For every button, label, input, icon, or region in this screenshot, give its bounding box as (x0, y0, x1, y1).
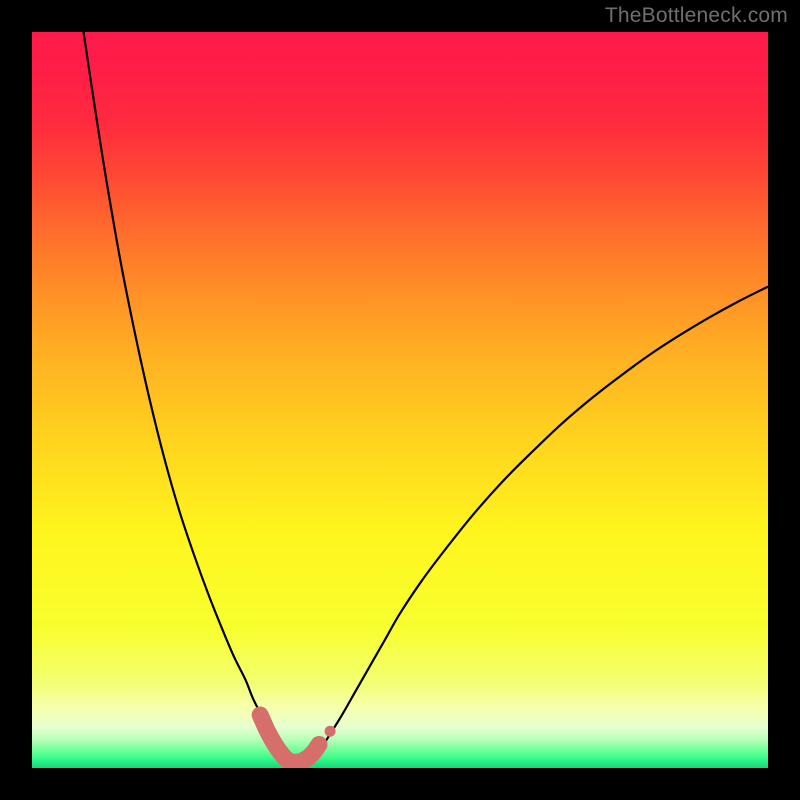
plot-svg (32, 32, 768, 768)
chart-frame: TheBottleneck.com (0, 0, 800, 800)
gradient-background (32, 32, 768, 768)
watermark-text: TheBottleneck.com (605, 4, 788, 28)
plot-area (32, 32, 768, 768)
sample-marker-outlier (325, 726, 336, 737)
